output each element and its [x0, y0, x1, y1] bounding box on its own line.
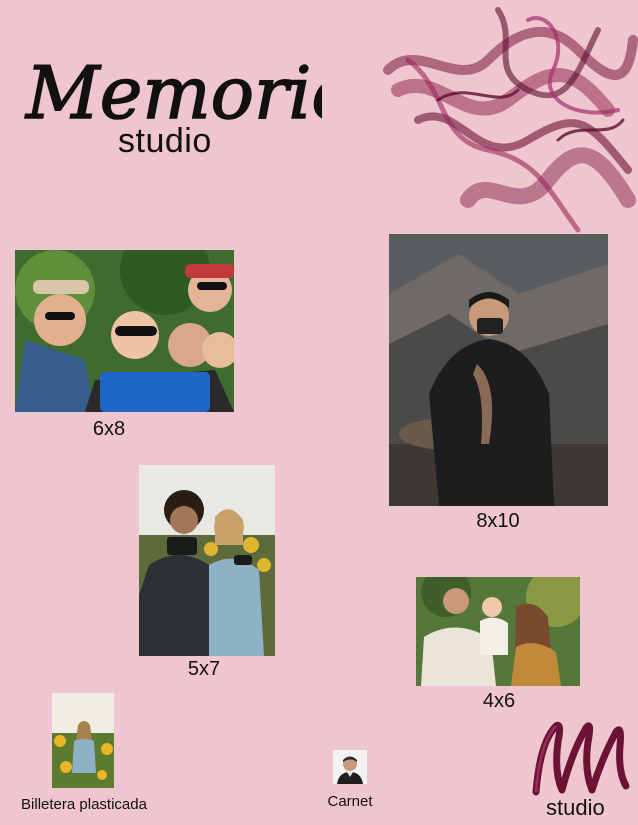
- ink-smoke-decoration: [378, 0, 638, 235]
- size-label-5x7: 5x7: [187, 658, 221, 680]
- size-label-8x10: 8x10: [476, 510, 520, 532]
- photo-wallet-sunflowers: [52, 693, 114, 788]
- size-label-6x8: 6x8: [92, 418, 126, 440]
- photo-8x10-photographer: [389, 234, 608, 506]
- size-label-4x6: 4x6: [482, 690, 516, 712]
- photo-6x8-group-selfie: [15, 250, 234, 412]
- size-label-carnet: Carnet: [327, 793, 373, 810]
- photo-4x6-family: [416, 577, 580, 686]
- brand-monogram-subtitle: studio: [546, 795, 605, 820]
- photo-id-portrait: [333, 750, 367, 784]
- brand-subtitle: studio: [118, 122, 212, 160]
- brand-logo-script: Memories: [22, 40, 391, 136]
- brand-monogram: [528, 712, 633, 800]
- memories-script-logo: Memories: [23, 50, 391, 136]
- photo-5x7-couple-cameras: [139, 465, 275, 656]
- size-label-wallet: Billetera plasticada: [21, 796, 147, 813]
